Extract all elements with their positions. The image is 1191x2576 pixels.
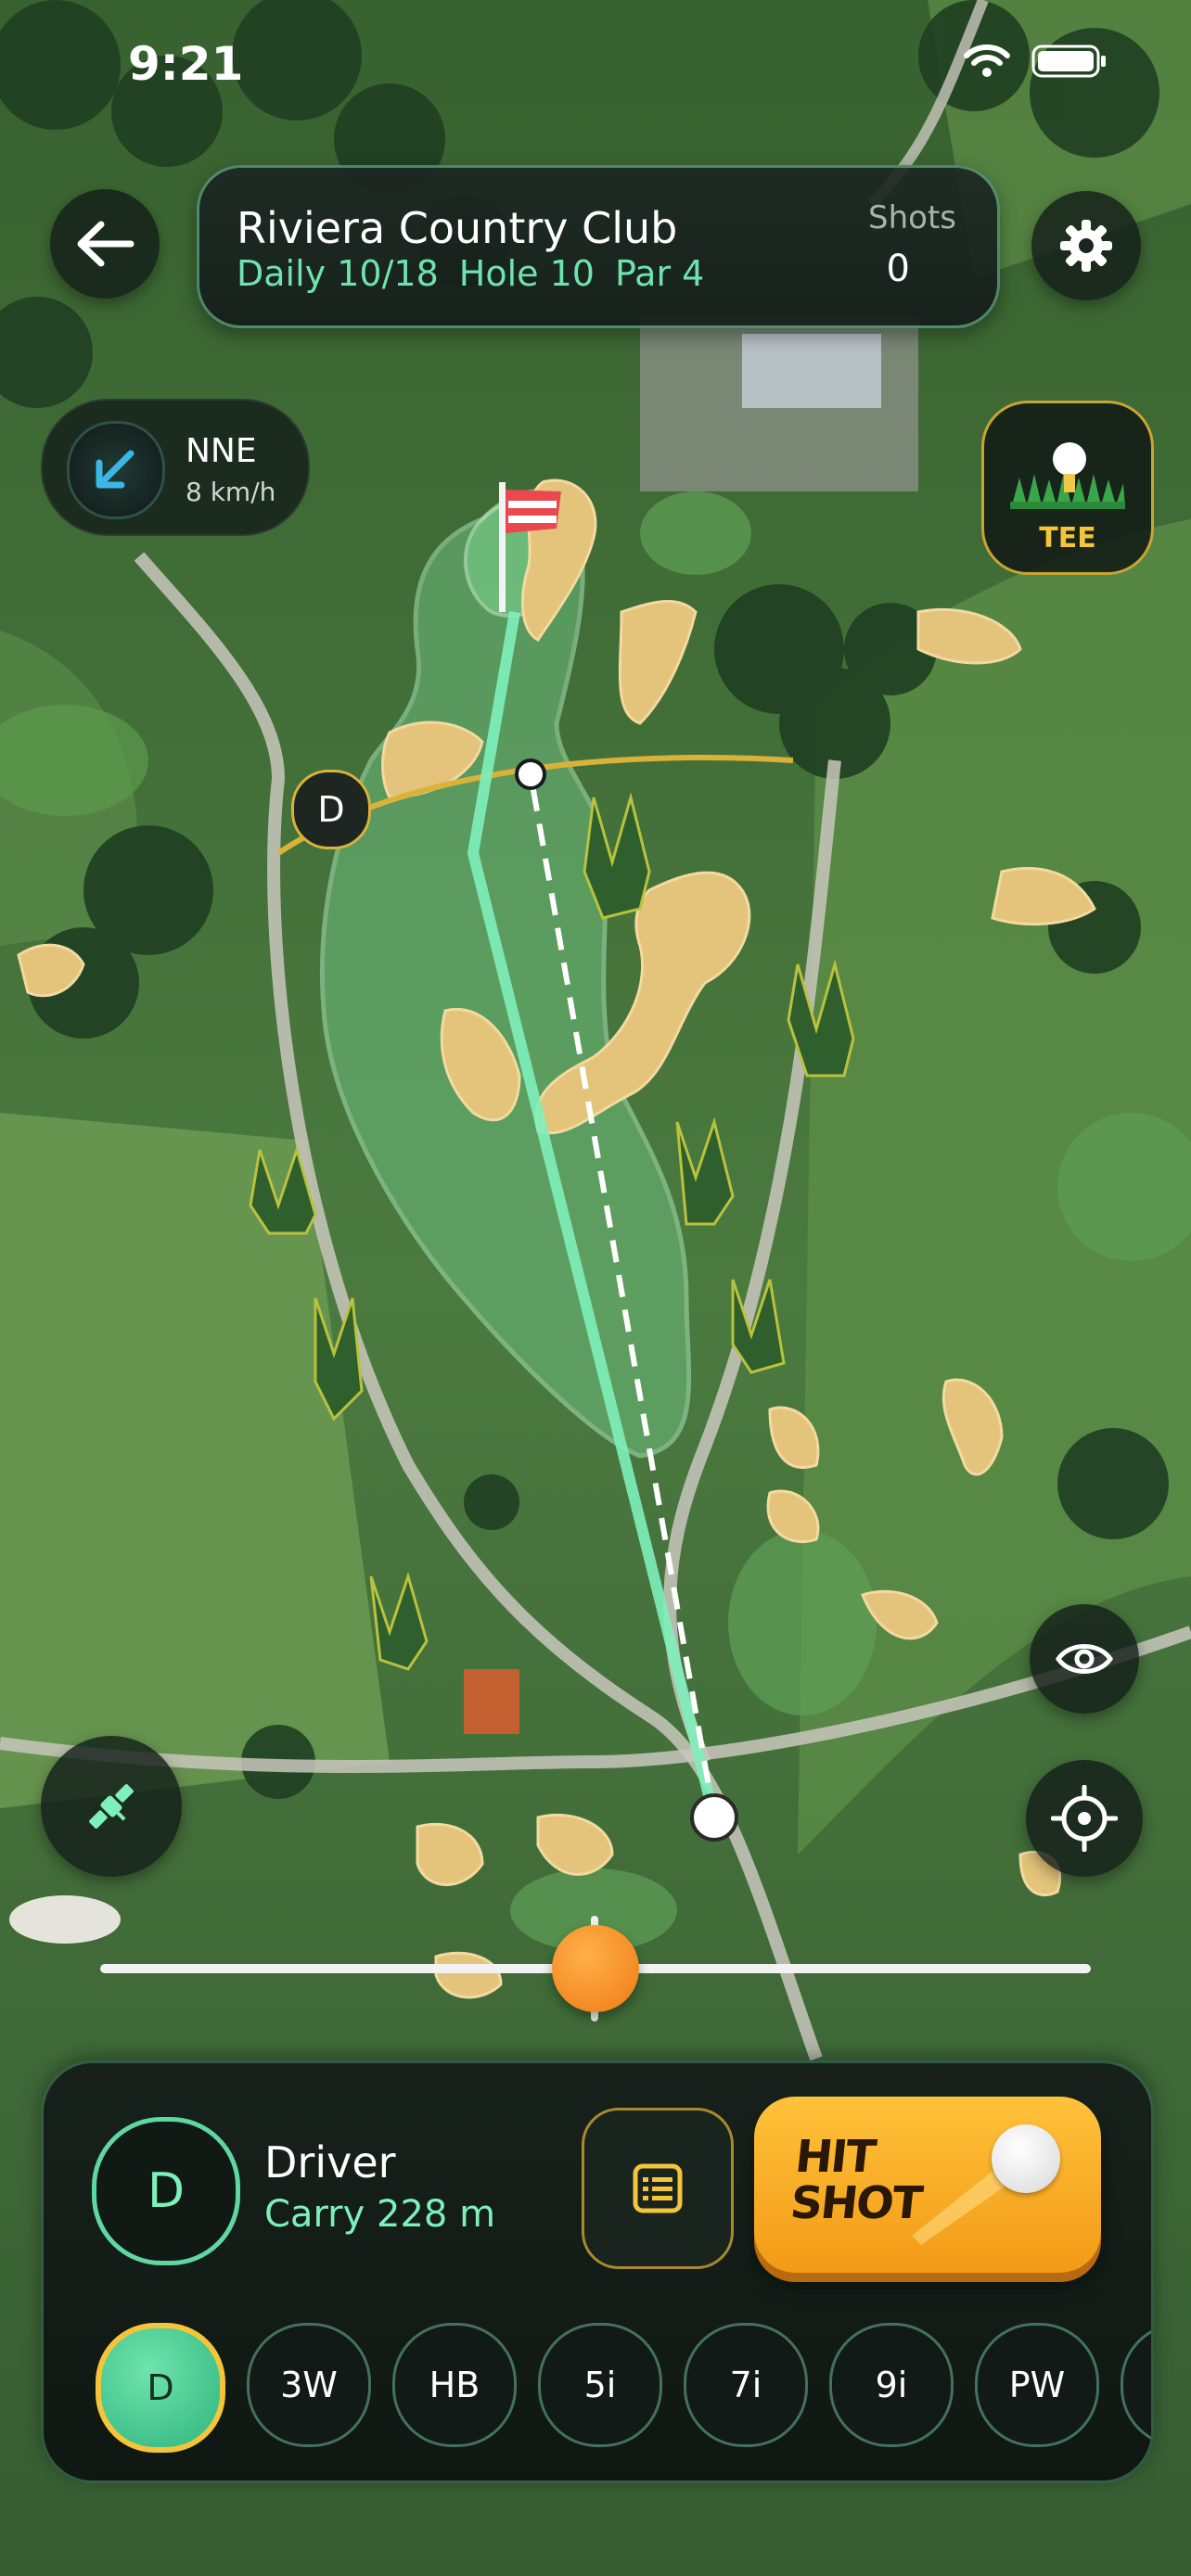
- hit-shot-button[interactable]: HIT SHOT: [754, 2097, 1101, 2273]
- club-name: Driver: [264, 2137, 396, 2187]
- club-chip-hb[interactable]: HB: [392, 2323, 517, 2447]
- golf-ball-icon: [992, 2124, 1060, 2193]
- wind-indicator: NNE 8 km/h: [41, 399, 310, 536]
- eye-icon: [1055, 1644, 1114, 1674]
- battery-icon: [1031, 45, 1106, 78]
- visibility-button[interactable]: [1030, 1604, 1139, 1714]
- wind-direction: NNE: [186, 432, 257, 470]
- list-icon: [633, 2163, 683, 2213]
- club-chip-9i[interactable]: 9i: [829, 2323, 954, 2447]
- crosshair-icon: [1051, 1785, 1118, 1852]
- back-button[interactable]: [50, 189, 160, 299]
- locate-button[interactable]: [1026, 1760, 1143, 1877]
- selected-club-badge: D: [92, 2117, 240, 2265]
- club-carry: Carry 228 m: [264, 2193, 496, 2236]
- club-chip-d[interactable]: D: [96, 2323, 225, 2453]
- satellite-view-button[interactable]: [41, 1736, 182, 1877]
- settings-button[interactable]: [1031, 191, 1141, 300]
- club-chip-5i[interactable]: 5i: [538, 2323, 662, 2447]
- tee-label: TEE: [1039, 522, 1096, 555]
- round-header: Riviera Country Club Daily 10/18 Hole 10…: [197, 165, 1000, 328]
- round-type: Daily 10/18: [237, 253, 439, 294]
- club-selector: D 3W HB 5i 7i 9i PW C: [96, 2323, 1151, 2453]
- club-chip-pw[interactable]: PW: [975, 2323, 1099, 2447]
- wind-dial: [67, 421, 165, 519]
- wifi-icon: [964, 45, 1010, 77]
- arrow-left-icon: [77, 221, 134, 267]
- club-distance-slider-knob[interactable]: [552, 1925, 639, 2012]
- ball-trail-icon: [912, 2162, 1014, 2245]
- round-info: Daily 10/18 Hole 10 Par 4: [237, 253, 704, 294]
- satellite-icon: [89, 1784, 134, 1829]
- tee-button[interactable]: TEE: [981, 401, 1154, 575]
- status-time: 9:21: [128, 37, 244, 91]
- club-panel: D Driver Carry 228 m HIT SHOT D 3W HB 5i…: [41, 2060, 1154, 2483]
- arrow-down-left-icon: [96, 450, 134, 489]
- shots-count: 0: [886, 248, 910, 290]
- scorecard-button[interactable]: [582, 2108, 734, 2269]
- course-name: Riviera Country Club: [237, 203, 678, 253]
- status-bar: 9:21: [0, 0, 1191, 139]
- wind-speed: 8 km/h: [186, 477, 276, 507]
- hole-number: Hole 10: [458, 253, 595, 294]
- tee-grass-icon: [1010, 442, 1125, 509]
- club-chip-c[interactable]: C: [1121, 2323, 1151, 2447]
- gear-icon: [1060, 220, 1112, 272]
- driver-distance-marker[interactable]: D: [291, 770, 371, 849]
- shots-label: Shots: [868, 199, 956, 236]
- hole-par: Par 4: [614, 253, 705, 294]
- club-chip-3w[interactable]: 3W: [247, 2323, 371, 2447]
- club-chip-7i[interactable]: 7i: [684, 2323, 808, 2447]
